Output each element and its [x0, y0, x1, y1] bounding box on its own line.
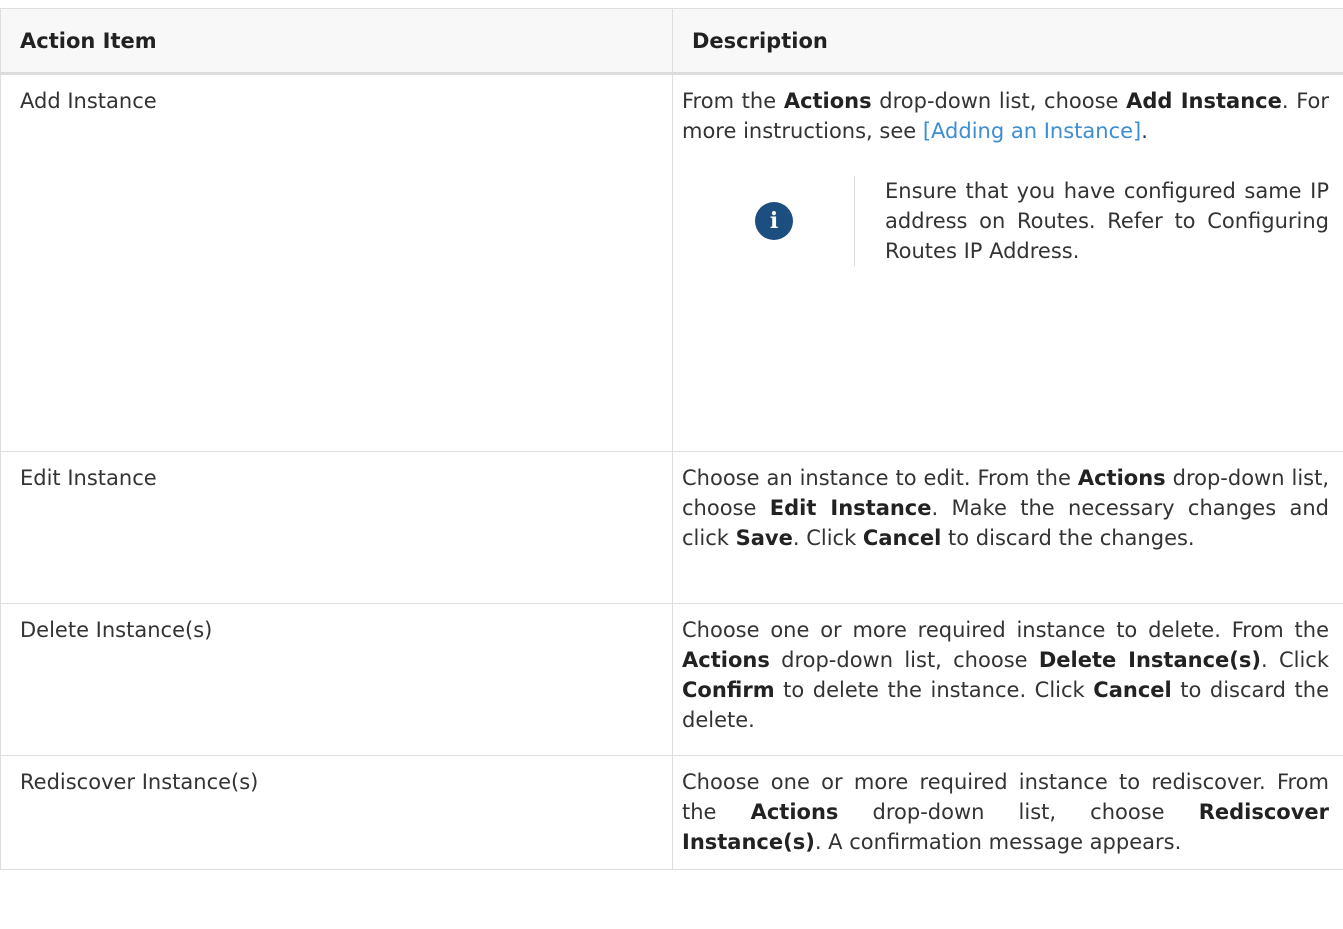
table-row: Add Instance From the Actions drop-down … [0, 73, 1343, 452]
description-text: . Click [792, 526, 863, 550]
bold-term: Actions [750, 800, 839, 824]
header-description: Description [672, 8, 1343, 75]
bold-term: Save [735, 526, 793, 550]
description-text: . Click [1260, 648, 1329, 672]
bold-term: Confirm [682, 678, 775, 702]
adding-instance-link[interactable]: [Adding an Instance] [923, 119, 1141, 143]
actions-table: Action Item Description Add Instance Fro… [0, 8, 1343, 870]
description-text: drop-down list, choose [871, 89, 1127, 113]
bold-term: Cancel [862, 526, 942, 550]
description-cell: Choose an instance to edit. From the Act… [672, 451, 1343, 604]
action-cell: Add Instance [0, 73, 673, 452]
bold-term: Delete Instance(s) [1038, 648, 1261, 672]
note-admonition: i Ensure that you have configured same I… [682, 176, 1329, 266]
table-row: Edit Instance Choose an instance to edit… [0, 451, 1343, 604]
bold-term: Edit Instance [769, 496, 932, 520]
description-cell: From the Actions drop-down list, choose … [672, 73, 1343, 452]
description-text: From the [682, 89, 784, 113]
description-text: . [1141, 119, 1148, 143]
info-icon: i [755, 202, 793, 240]
description-text: Choose an instance to edit. From the [682, 466, 1078, 490]
bold-term: Actions [783, 89, 872, 113]
table-row: Rediscover Instance(s) Choose one or mor… [0, 755, 1343, 870]
description-text: drop-down list, choose [838, 800, 1199, 824]
description-text: Choose one or more required instance to … [682, 618, 1329, 642]
action-cell: Delete Instance(s) [0, 603, 673, 756]
bold-term: Actions [682, 648, 770, 672]
bold-term: Add Instance [1126, 89, 1282, 113]
bold-term: Cancel [1093, 678, 1172, 702]
header-action-item: Action Item [0, 8, 673, 75]
description-text: to delete the instance. Click [774, 678, 1094, 702]
description-text: to discard the changes. [941, 526, 1195, 550]
table-row: Delete Instance(s) Choose one or more re… [0, 603, 1343, 756]
description-cell: Choose one or more required instance to … [672, 755, 1343, 870]
bold-term: Actions [1077, 466, 1166, 490]
table-header-row: Action Item Description [0, 8, 1343, 75]
description-text: . A confirmation message appears. [814, 830, 1182, 854]
description-cell: Choose one or more required instance to … [672, 603, 1343, 756]
description-text: drop-down list, choose [769, 648, 1039, 672]
note-icon-cell: i [682, 176, 855, 266]
action-cell: Rediscover Instance(s) [0, 755, 673, 870]
note-text: Ensure that you have configured same IP … [885, 179, 1329, 263]
action-cell: Edit Instance [0, 451, 673, 604]
